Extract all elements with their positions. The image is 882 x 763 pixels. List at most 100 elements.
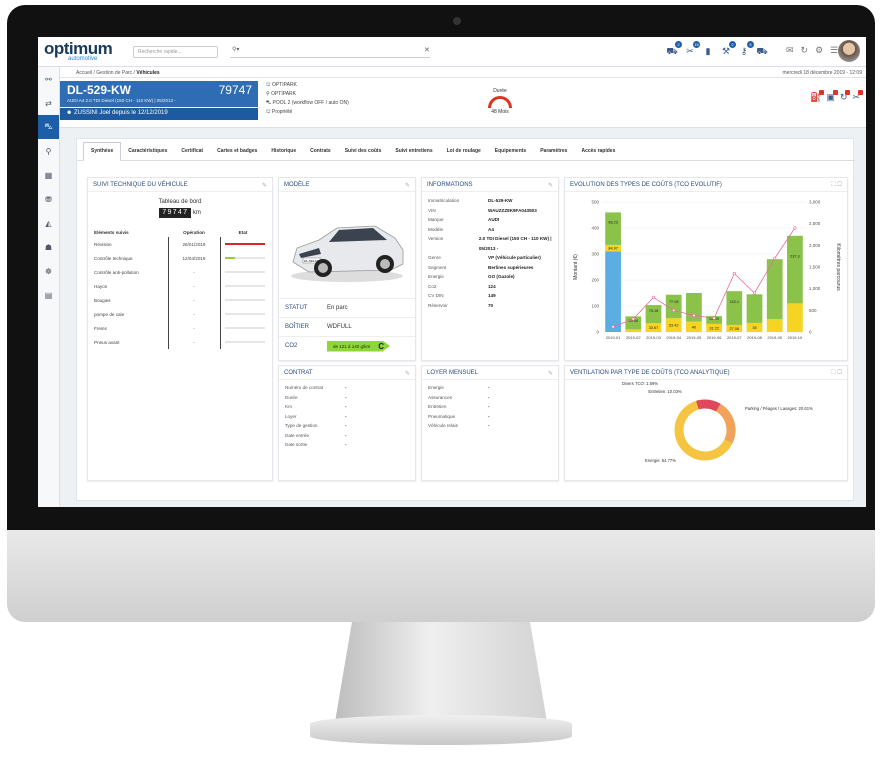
tools-alert-icon[interactable]: ✂	[852, 90, 863, 103]
doc-alert-icon[interactable]: ▣	[826, 90, 838, 103]
tab-9[interactable]: Loi de roulage	[440, 148, 488, 160]
location-select[interactable]: ⚲▾	[230, 46, 430, 58]
sidebar-item-chart-icon[interactable]: ◭	[38, 211, 59, 235]
key-icon[interactable]: ⚷ 5	[738, 41, 754, 57]
sidebar-item-transfer-icon[interactable]: ⇄	[38, 91, 59, 115]
refresh-icon[interactable]: ↻	[801, 45, 809, 56]
column-header: Opération	[183, 229, 205, 235]
info-row: Date sortie -	[279, 440, 415, 450]
sidebar-item-coins-icon[interactable]: ⛃	[38, 187, 59, 211]
data-label: 27.08	[730, 327, 740, 331]
donut-slice	[715, 403, 736, 444]
info-text: Propriété	[271, 109, 293, 115]
fuel-alert-icon[interactable]: ⛽	[810, 90, 825, 103]
data-label: 237.3	[790, 255, 800, 259]
edit-icon[interactable]: ✎	[405, 182, 410, 189]
info-row: Date entrée -	[279, 431, 415, 441]
km-point	[651, 295, 656, 299]
x-tick-label: 2019-06	[707, 335, 722, 340]
truck-icon[interactable]: ⛟	[756, 45, 768, 57]
info-value: -	[345, 442, 347, 447]
table-row[interactable]: Contrôle anti-pollution -	[94, 265, 266, 279]
row-date: 26/01/2019	[168, 237, 221, 251]
sidebar-item-building-icon[interactable]: ▦	[38, 163, 59, 187]
tab-5[interactable]: Historique	[264, 148, 303, 160]
table-row[interactable]: Contrôle technique 12/04/2019	[94, 251, 266, 265]
table-row[interactable]: Bougies -	[94, 293, 266, 307]
info-key: Segment	[428, 264, 447, 270]
car-alert-icon[interactable]: ⛟ 2	[666, 41, 682, 57]
info-key: Date sortie	[285, 442, 308, 447]
monitor-chin	[7, 530, 875, 622]
sidebar-item-pin-icon[interactable]: ⚲	[38, 139, 59, 163]
vehicle-driver[interactable]: ☻ ZUSSINI Joel depuis le 12/12/2019	[60, 108, 258, 120]
table-row[interactable]: Freins -	[94, 321, 266, 335]
tab-3[interactable]: Certificat	[174, 148, 210, 160]
tab-7[interactable]: Suivi des coûts	[338, 148, 389, 160]
table-row[interactable]: Pneus avant -	[94, 335, 266, 349]
loyer-panel: LOYER MENSUEL ✎ Energie - Assurances - Entre…	[421, 365, 559, 481]
status-value: En parc	[327, 305, 348, 311]
expand-icon[interactable]: ⛶ ▢	[831, 182, 842, 189]
info-value: 2.0 TDI Diesel (150 CH - 110 KW) | 05/20…	[478, 236, 552, 251]
wrench-icon[interactable]: ⚒ 2	[720, 41, 736, 57]
row-status	[220, 237, 266, 251]
row-status	[220, 251, 266, 265]
tab-10[interactable]: Equipements	[488, 148, 533, 160]
info-value: 149	[488, 293, 496, 298]
current-date: mercredi 18 décembre 2019 - 12:09	[782, 70, 863, 76]
breadcrumb-item[interactable]: Accueil	[76, 70, 92, 76]
y2-tick-label: 2,000	[809, 243, 821, 248]
panel-title: LOYER MENSUEL	[422, 366, 558, 380]
tab-12[interactable]: Accès rapides	[574, 148, 622, 160]
bar-segment	[605, 251, 621, 332]
sidebar-item-car-icon[interactable]: ⛍	[38, 115, 59, 139]
edit-icon[interactable]: ✎	[405, 370, 410, 377]
gift-icon[interactable]: ✉	[786, 45, 794, 56]
bar-segment	[787, 303, 803, 332]
contrat-panel: CONTRAT ✎ Numéro de contrat - Durée - Km - Loy…	[278, 365, 416, 481]
tab-11[interactable]: Paramètres	[533, 148, 574, 160]
sidebar-item-wheel-icon[interactable]: ☸	[38, 259, 59, 283]
panel-title: VENTILATION PAR TYPE DE COÛTS (TCO ANALY…	[565, 366, 847, 380]
tools-icon[interactable]: ✂ 15	[684, 41, 700, 57]
info-row: Entretien -	[422, 402, 558, 412]
fuel-icon[interactable]: ▮	[702, 45, 714, 57]
y2-tick-label: 500	[809, 308, 817, 313]
logo[interactable]: optimum	[44, 40, 113, 57]
tab-8[interactable]: Suivi entretiens	[388, 148, 439, 160]
user-icon: ☻	[66, 110, 73, 116]
table-row[interactable]: Révision 26/01/2019	[94, 237, 266, 251]
edit-icon[interactable]: ✎	[262, 182, 267, 189]
info-row: Numéro de contrat -	[279, 383, 415, 393]
expand-icon[interactable]: ⛶ ▢	[831, 370, 842, 377]
info-key: Immatriculation	[428, 198, 460, 203]
gear-icon[interactable]: ⚙	[815, 45, 823, 56]
info-value: VP (Véhicule particulier)	[488, 255, 541, 260]
info-value: -	[488, 404, 490, 409]
sync-alert-icon[interactable]: ↻	[840, 90, 851, 103]
loyer-list: Energie - Assurances - Entretien - Pneumatique…	[422, 383, 558, 431]
sidebar-item-docs-icon[interactable]: ▤	[38, 283, 59, 307]
table-row[interactable]: pompe de cale -	[94, 307, 266, 321]
tab-1[interactable]: Synthèse	[83, 142, 122, 161]
status-row: STATUT En parc	[279, 298, 415, 317]
tab-2[interactable]: Caractéristiques	[121, 148, 174, 160]
duration-gauge: Durée 48 Mois	[480, 88, 520, 115]
info-key: Version	[428, 236, 444, 241]
info-value: 124	[488, 283, 496, 289]
table-row[interactable]: Hayon -	[94, 279, 266, 293]
sidebar-item-share-icon[interactable]: ⚯	[38, 67, 59, 91]
breadcrumb-item[interactable]: Gestion de Parc	[96, 70, 132, 76]
edit-icon[interactable]: ✎	[548, 182, 553, 189]
edit-icon[interactable]: ✎	[548, 370, 553, 377]
avatar[interactable]	[838, 40, 860, 62]
clear-icon[interactable]: ✕	[424, 46, 430, 54]
info-line: ⛫ OPTIPARK	[266, 82, 297, 88]
info-value: -	[345, 432, 347, 438]
search-input[interactable]: Recherche rapide...	[133, 46, 218, 58]
tab-6[interactable]: Contrats	[303, 148, 338, 160]
sidebar-item-users-icon[interactable]: ☗	[38, 235, 59, 259]
row-item: Freins	[94, 321, 169, 335]
tab-4[interactable]: Cartes et badges	[210, 148, 264, 160]
